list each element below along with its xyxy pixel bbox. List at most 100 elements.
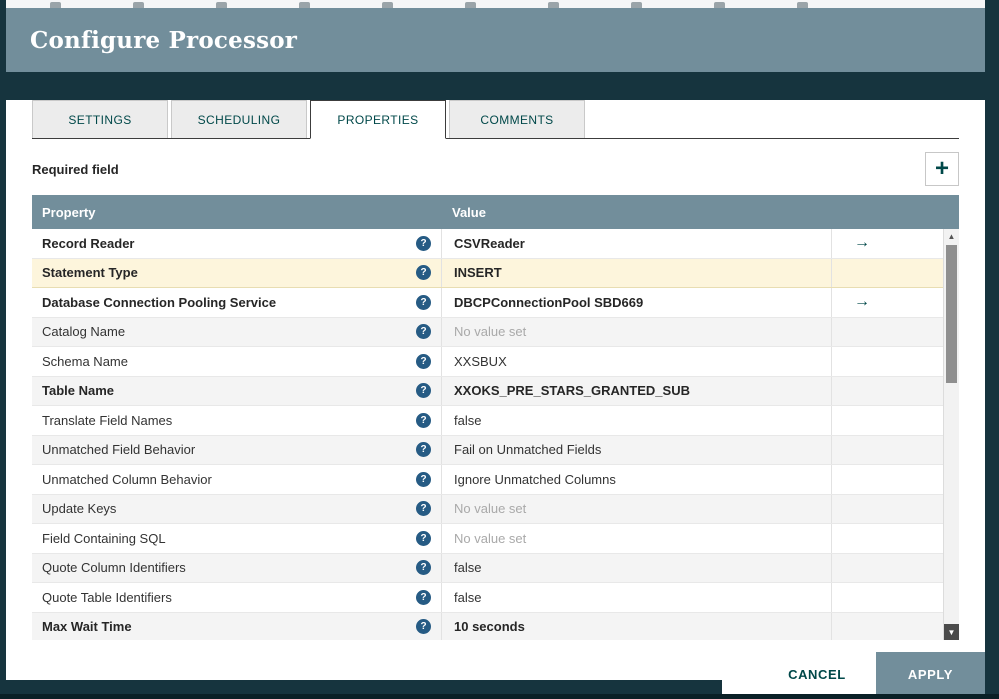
help-icon[interactable]: ? (416, 560, 431, 576)
help-icon[interactable]: ? (416, 324, 431, 340)
property-cell: Unmatched Field Behavior ? (32, 435, 442, 464)
property-value: Ignore Unmatched Columns (454, 471, 616, 487)
property-row[interactable]: Record Reader ? CSVReader → (32, 229, 943, 259)
configure-processor-dialog: Configure Processor SETTINGS SCHEDULING PR… (6, 8, 985, 680)
property-name: Max Wait Time (42, 619, 132, 635)
goto-cell (832, 524, 943, 553)
help-icon[interactable]: ? (416, 353, 431, 369)
cancel-button[interactable]: CANCEL (758, 652, 876, 697)
tab-properties[interactable]: PROPERTIES (310, 100, 446, 139)
property-row[interactable]: Quote Column Identifiers ? false (32, 553, 943, 583)
property-cell: Table Name ? (32, 376, 442, 405)
property-cell: Record Reader ? (32, 229, 442, 258)
property-cell: Schema Name ? (32, 347, 442, 376)
property-row[interactable]: Statement Type ? INSERT (32, 258, 943, 288)
help-icon[interactable]: ? (416, 442, 431, 458)
value-cell[interactable]: Ignore Unmatched Columns (442, 465, 832, 494)
value-cell[interactable]: 10 seconds (442, 612, 832, 640)
help-icon[interactable]: ? (416, 265, 431, 281)
property-row[interactable]: Quote Table Identifiers ? false (32, 583, 943, 613)
property-name: Update Keys (42, 501, 117, 517)
property-name: Quote Table Identifiers (42, 589, 172, 605)
goto-cell (832, 377, 943, 406)
help-icon[interactable]: ? (416, 530, 431, 546)
property-cell: Unmatched Column Behavior ? (32, 465, 442, 494)
plus-icon: + (934, 155, 949, 182)
help-icon[interactable]: ? (416, 294, 431, 310)
scrollbar-thumb[interactable] (946, 245, 957, 383)
table-header-row: Property Value (32, 195, 959, 229)
property-name: Unmatched Field Behavior (42, 442, 196, 458)
property-value: XXOKS_PRE_STARS_GRANTED_SUB (454, 383, 690, 399)
table-scrollbar[interactable]: ▲ ▼ (943, 229, 959, 640)
tab-comments[interactable]: COMMENTS (449, 100, 585, 138)
table-toolbar: Required field + (32, 152, 959, 186)
goto-cell (832, 583, 943, 612)
required-field-label: Required field (32, 161, 119, 177)
property-cell: Catalog Name ? (32, 317, 442, 346)
value-cell[interactable]: No value set (442, 494, 832, 523)
help-icon[interactable]: ? (416, 589, 431, 605)
help-icon[interactable]: ? (416, 501, 431, 517)
help-icon[interactable]: ? (416, 412, 431, 428)
property-value: false (454, 560, 482, 576)
property-row[interactable]: Schema Name ? XXSBUX (32, 347, 943, 377)
tab-scheduling[interactable]: SCHEDULING (171, 100, 307, 138)
property-value: No value set (454, 324, 527, 340)
add-property-button[interactable]: + (925, 152, 959, 186)
property-row[interactable]: Max Wait Time ? 10 seconds (32, 612, 943, 640)
goto-cell (832, 406, 943, 435)
property-row[interactable]: Catalog Name ? No value set (32, 317, 943, 347)
value-cell[interactable]: INSERT (442, 258, 832, 287)
value-cell[interactable]: XXOKS_PRE_STARS_GRANTED_SUB (442, 376, 832, 405)
apply-button[interactable]: APPLY (875, 652, 985, 697)
property-name: Translate Field Names (42, 412, 173, 428)
tab-settings[interactable]: SETTINGS (32, 100, 168, 138)
dialog-title: Configure Processor (30, 26, 298, 54)
property-row[interactable]: Field Containing SQL ? No value set (32, 524, 943, 554)
property-name: Database Connection Pooling Service (42, 294, 277, 310)
property-name: Record Reader (42, 235, 135, 251)
property-name: Schema Name (42, 353, 128, 369)
property-cell: Max Wait Time ? (32, 612, 442, 640)
property-row[interactable]: Update Keys ? No value set (32, 494, 943, 524)
goto-cell (832, 465, 943, 494)
value-cell[interactable]: false (442, 406, 832, 435)
property-row[interactable]: Table Name ? XXOKS_PRE_STARS_GRANTED_SUB (32, 376, 943, 406)
property-row[interactable]: Unmatched Field Behavior ? Fail on Unmat… (32, 435, 943, 465)
property-value: No value set (454, 501, 527, 517)
value-cell[interactable]: XXSBUX (442, 347, 832, 376)
goto-cell (832, 347, 943, 376)
property-row[interactable]: Database Connection Pooling Service ? DB… (32, 288, 943, 318)
property-value: CSVReader (454, 235, 525, 251)
help-icon[interactable]: ? (416, 471, 431, 487)
property-cell: Update Keys ? (32, 494, 442, 523)
goto-cell (832, 554, 943, 583)
properties-table-body: Record Reader ? CSVReader → Statement Ty… (32, 229, 959, 640)
property-name: Quote Column Identifiers (42, 560, 186, 576)
property-name: Field Containing SQL (42, 530, 166, 546)
value-cell[interactable]: false (442, 553, 832, 582)
property-row[interactable]: Unmatched Column Behavior ? Ignore Unmat… (32, 465, 943, 495)
goto-service-icon[interactable]: → (854, 294, 870, 310)
help-icon[interactable]: ? (416, 383, 431, 399)
value-cell[interactable]: DBCPConnectionPool SBD669 (442, 288, 832, 317)
value-cell[interactable]: No value set (442, 524, 832, 553)
property-value: INSERT (454, 265, 502, 281)
property-name: Statement Type (42, 265, 138, 281)
properties-table: Property Value Record Reader ? CSVReader… (32, 195, 959, 640)
dialog-button-bar: CANCEL APPLY (722, 652, 985, 697)
help-icon[interactable]: ? (416, 235, 431, 251)
value-cell[interactable]: No value set (442, 317, 832, 346)
scroll-down-icon[interactable]: ▼ (944, 624, 959, 640)
goto-service-icon[interactable]: → (854, 235, 870, 251)
help-icon[interactable]: ? (416, 619, 431, 635)
value-cell[interactable]: false (442, 583, 832, 612)
value-cell[interactable]: Fail on Unmatched Fields (442, 435, 832, 464)
property-row[interactable]: Translate Field Names ? false (32, 406, 943, 436)
tab-bar: SETTINGS SCHEDULING PROPERTIES COMMENTS (32, 100, 959, 139)
dialog-body: SETTINGS SCHEDULING PROPERTIES COMMENTS Req… (6, 100, 985, 680)
value-cell[interactable]: CSVReader (442, 229, 832, 258)
goto-cell (832, 436, 943, 465)
scroll-up-icon[interactable]: ▲ (944, 229, 959, 244)
